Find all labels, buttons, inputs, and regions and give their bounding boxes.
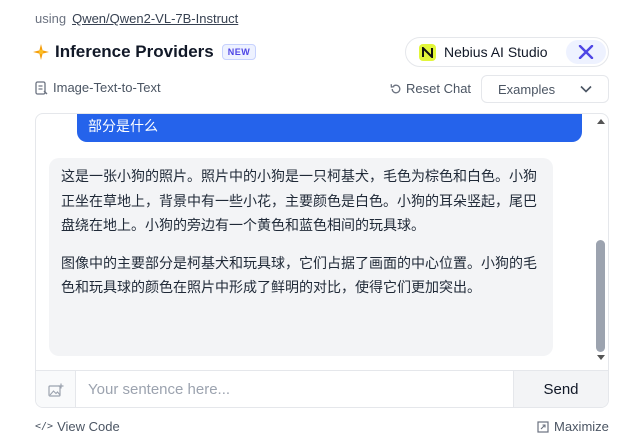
sentence-input[interactable] [76,371,513,407]
reset-label: Reset Chat [406,81,472,96]
examples-dropdown[interactable]: Examples [481,75,609,103]
chat-scrollbar[interactable] [595,114,608,370]
provider-name: Nebius AI Studio [444,44,548,60]
provider-selector[interactable]: Nebius AI Studio [405,37,609,67]
chat-messages[interactable]: 部分是什么 这是一张小狗的照片。照片中的小狗是一只柯基犬，毛色为棕色和白色。小狗… [36,114,608,370]
using-label: using [35,11,67,26]
scroll-down-icon[interactable] [597,355,605,360]
refresh-icon [390,83,401,93]
sparkle-icon [33,44,49,60]
maximize-icon [537,420,549,433]
assistant-message: 这是一张小狗的照片。照片中的小狗是一只柯基犬，毛色为棕色和白色。小狗正坐在草地上… [49,158,553,356]
chat-panel: 部分是什么 这是一张小狗的照片。照片中的小狗是一只柯基犬，毛色为棕色和白色。小狗… [35,113,609,408]
add-image-icon [47,383,63,397]
code-icon: </> [35,421,54,432]
add-image-button[interactable] [36,371,76,407]
inference-providers-header: Inference Providers NEW [32,41,257,63]
assistant-paragraph: 这是一张小狗的照片。照片中的小狗是一只柯基犬，毛色为棕色和白色。小狗正坐在草地上… [61,168,537,233]
nebius-logo-icon [419,43,436,61]
task-label: Image-Text-to-Text [35,80,161,95]
assistant-paragraph: 图像中的主要部分是柯基犬和玩具球，它们占据了画面的中心位置。小狗的毛色和玩具球的… [61,254,537,296]
send-button[interactable]: Send [513,371,608,407]
view-code-label: View Code [57,419,120,434]
scroll-up-icon[interactable] [597,119,605,124]
view-code-link[interactable]: </> View Code [35,419,120,434]
providers-title: Inference Providers [55,42,214,61]
user-message: 部分是什么 [77,114,582,142]
new-badge: NEW [221,44,257,60]
message-input-row: Send [36,370,608,407]
maximize-label: Maximize [554,419,609,434]
model-line: using Qwen/Qwen2-VL-7B-Instruct [35,11,238,26]
scroll-thumb[interactable] [596,240,605,352]
huggingface-icon[interactable] [566,40,606,64]
model-link[interactable]: Qwen/Qwen2-VL-7B-Instruct [72,11,238,26]
maximize-button[interactable]: Maximize [537,419,609,434]
examples-label: Examples [498,81,556,97]
task-text: Image-Text-to-Text [53,80,161,95]
reset-chat-button[interactable]: Reset Chat [390,81,471,96]
image-text-icon [35,80,48,95]
chevron-down-icon [580,85,592,93]
